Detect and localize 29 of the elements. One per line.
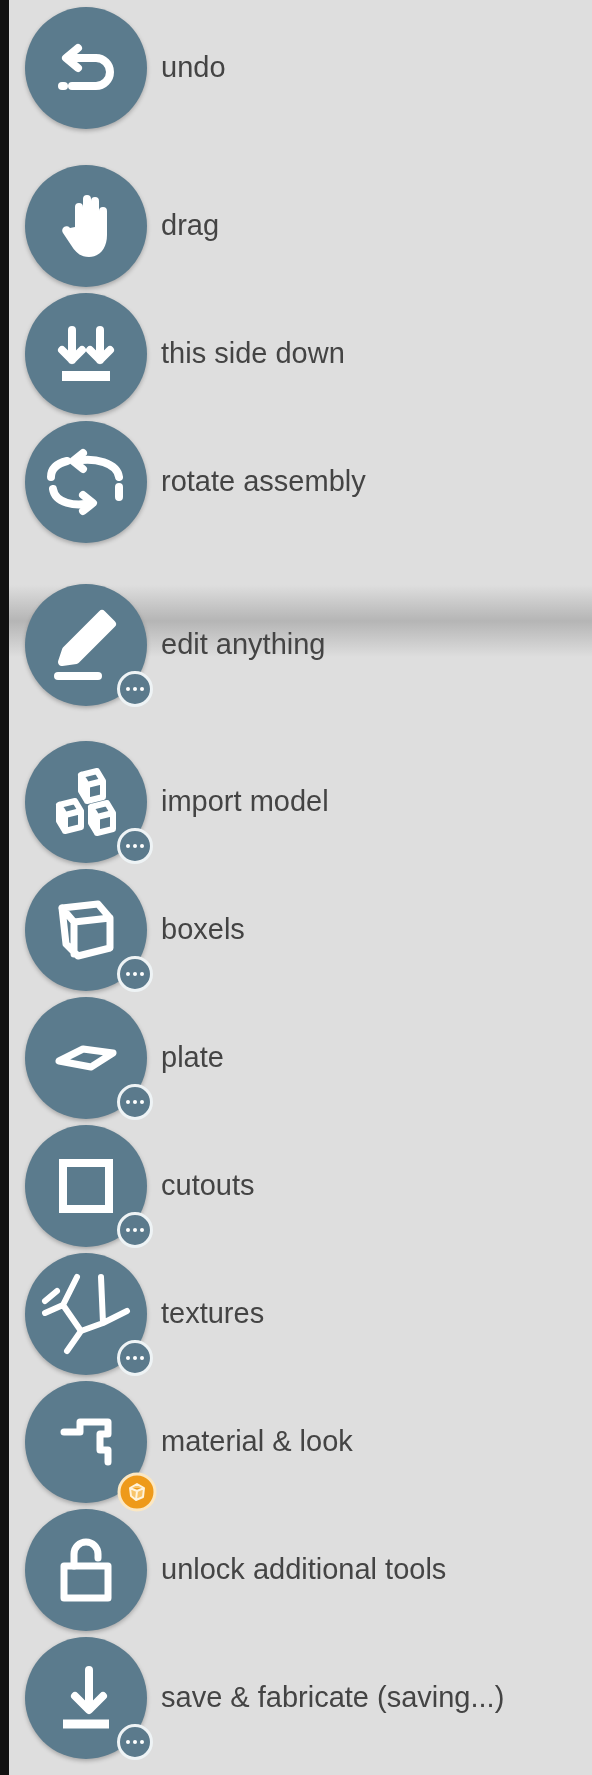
more-badge-icon[interactable]: [117, 1212, 153, 1248]
more-badge-icon[interactable]: [117, 956, 153, 992]
tool-label: textures: [161, 1296, 265, 1332]
tool-label: edit anything: [161, 627, 326, 663]
tool-label: import model: [161, 784, 329, 820]
more-badge-icon[interactable]: [117, 671, 153, 707]
plate-icon: [55, 1045, 117, 1071]
tool-label: this side down: [161, 336, 345, 372]
tool-label: material & look: [161, 1424, 353, 1460]
cracks-icon: [41, 1273, 131, 1355]
lock-open-icon: [60, 1538, 112, 1602]
tool-label: unlock additional tools: [161, 1552, 447, 1588]
tool-label: undo: [161, 50, 226, 86]
tool-label: boxels: [161, 912, 245, 948]
tool-label: cutouts: [161, 1168, 255, 1204]
tool-label: drag: [161, 208, 220, 244]
cubes-icon: [55, 767, 117, 837]
outline-icon: [60, 1418, 112, 1466]
more-badge-icon[interactable]: [117, 1340, 153, 1376]
tool-label: plate: [161, 1040, 224, 1076]
tool-label: save & fabricate (saving...): [161, 1680, 505, 1716]
box-icon: [58, 900, 114, 960]
more-badge-icon[interactable]: [117, 1084, 153, 1120]
more-badge-icon[interactable]: [117, 1724, 153, 1760]
tool-label: rotate assembly: [161, 464, 366, 500]
more-badge-icon[interactable]: [117, 828, 153, 864]
premium-badge-icon[interactable]: [117, 1472, 157, 1512]
square-icon: [59, 1159, 113, 1213]
arrows-down-icon: [56, 324, 116, 384]
